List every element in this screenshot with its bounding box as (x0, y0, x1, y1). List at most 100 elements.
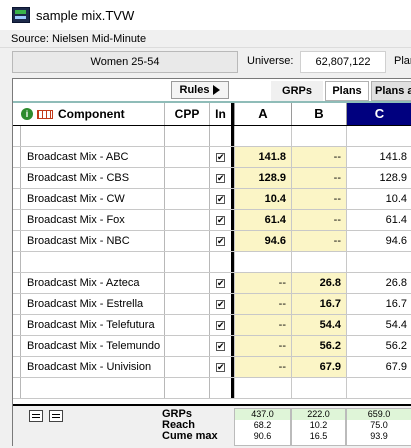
cell-a[interactable]: -- (234, 336, 291, 356)
table-row[interactable]: Broadcast Mix - CBS ✔ 128.9 -- 128.9 (13, 168, 411, 189)
table-row[interactable]: Broadcast Mix - CW ✔ 10.4 -- 10.4 (13, 189, 411, 210)
row-gutter[interactable] (13, 189, 21, 209)
row-gutter[interactable] (13, 210, 21, 230)
cell-a[interactable]: -- (234, 315, 291, 335)
row-gutter[interactable] (13, 126, 21, 146)
component-name[interactable]: Broadcast Mix - Estrella (21, 294, 164, 314)
include-checkbox[interactable]: ✔ (216, 320, 225, 330)
cell-c[interactable]: 56.2 (346, 336, 411, 356)
cell-c[interactable]: 67.9 (346, 357, 411, 377)
row-gutter[interactable] (13, 357, 21, 377)
component-name[interactable]: Broadcast Mix - Azteca (21, 273, 164, 293)
row-gutter[interactable] (13, 336, 21, 356)
cell-b[interactable]: 56.2 (291, 336, 346, 356)
tab-plans-a[interactable]: Plans a (371, 81, 411, 101)
include-cell[interactable]: ✔ (209, 189, 231, 209)
row-gutter[interactable] (13, 168, 21, 188)
table-row[interactable] (13, 126, 411, 147)
cell-b[interactable] (291, 126, 346, 146)
cell-c[interactable]: 94.6 (346, 231, 411, 251)
cell-a[interactable]: 10.4 (234, 189, 291, 209)
row-gutter[interactable] (13, 147, 21, 167)
cell-b[interactable]: -- (291, 147, 346, 167)
collapse-rows-icon[interactable] (49, 410, 63, 422)
cell-a[interactable] (234, 252, 291, 272)
cell-b[interactable]: 67.9 (291, 357, 346, 377)
tab-grps[interactable]: GRPs (271, 81, 323, 101)
table-row[interactable]: Broadcast Mix - NBC ✔ 94.6 -- 94.6 (13, 231, 411, 252)
in-header[interactable]: In (209, 103, 231, 125)
include-cell[interactable] (209, 252, 231, 272)
cell-a[interactable]: -- (234, 273, 291, 293)
cpp-cell[interactable] (164, 168, 209, 188)
include-cell[interactable]: ✔ (209, 273, 231, 293)
table-row[interactable] (13, 378, 411, 399)
table-row[interactable]: Broadcast Mix - Estrella ✔ -- 16.7 16.7 (13, 294, 411, 315)
component-name[interactable]: Broadcast Mix - Telemundo (21, 336, 164, 356)
cpp-cell[interactable] (164, 231, 209, 251)
cell-c[interactable] (346, 378, 411, 398)
cell-c[interactable]: 26.8 (346, 273, 411, 293)
cell-c[interactable]: 10.4 (346, 189, 411, 209)
component-name[interactable]: Broadcast Mix - NBC (21, 231, 164, 251)
row-gutter[interactable] (13, 315, 21, 335)
row-gutter[interactable] (13, 231, 21, 251)
table-row[interactable]: Broadcast Mix - Fox ✔ 61.4 -- 61.4 (13, 210, 411, 231)
column-c-header[interactable]: C (346, 103, 411, 125)
include-cell[interactable]: ✔ (209, 168, 231, 188)
include-checkbox[interactable]: ✔ (216, 173, 225, 183)
include-cell[interactable] (209, 126, 231, 146)
include-checkbox[interactable]: ✔ (216, 341, 225, 351)
info-icon[interactable]: i (21, 108, 33, 120)
component-name[interactable]: Broadcast Mix - Univision (21, 357, 164, 377)
cpp-cell[interactable] (164, 210, 209, 230)
table-row[interactable]: Broadcast Mix - ABC ✔ 141.8 -- 141.8 (13, 147, 411, 168)
component-name[interactable] (21, 378, 164, 398)
row-gutter[interactable] (13, 294, 21, 314)
cell-b[interactable]: -- (291, 210, 346, 230)
cell-a[interactable]: -- (234, 357, 291, 377)
include-cell[interactable]: ✔ (209, 336, 231, 356)
cell-b[interactable]: 26.8 (291, 273, 346, 293)
component-name[interactable]: Broadcast Mix - CW (21, 189, 164, 209)
column-b-header[interactable]: B (291, 103, 346, 125)
include-checkbox[interactable]: ✔ (216, 236, 225, 246)
cell-c[interactable] (346, 126, 411, 146)
cell-b[interactable]: 16.7 (291, 294, 346, 314)
include-checkbox[interactable]: ✔ (216, 215, 225, 225)
table-row[interactable] (13, 252, 411, 273)
component-name[interactable]: Broadcast Mix - ABC (21, 147, 164, 167)
cell-b[interactable] (291, 378, 346, 398)
tab-plans[interactable]: Plans (325, 81, 369, 101)
cell-c[interactable]: 16.7 (346, 294, 411, 314)
component-name[interactable]: Broadcast Mix - Fox (21, 210, 164, 230)
cell-c[interactable]: 61.4 (346, 210, 411, 230)
cell-b[interactable]: -- (291, 231, 346, 251)
cell-c[interactable]: 141.8 (346, 147, 411, 167)
cpp-header[interactable]: CPP (164, 103, 209, 125)
component-name[interactable] (21, 252, 164, 272)
include-cell[interactable]: ✔ (209, 315, 231, 335)
include-cell[interactable]: ✔ (209, 294, 231, 314)
cpp-cell[interactable] (164, 315, 209, 335)
cell-a[interactable]: 141.8 (234, 147, 291, 167)
include-cell[interactable]: ✔ (209, 231, 231, 251)
table-row[interactable]: Broadcast Mix - Azteca ✔ -- 26.8 26.8 (13, 273, 411, 294)
cpp-cell[interactable] (164, 294, 209, 314)
demo-selector-button[interactable]: Women 25-54 (12, 51, 238, 73)
cell-a[interactable]: 61.4 (234, 210, 291, 230)
component-header[interactable]: i Component (21, 103, 164, 125)
row-gutter[interactable] (13, 378, 21, 398)
component-name[interactable] (21, 126, 164, 146)
component-name[interactable]: Broadcast Mix - CBS (21, 168, 164, 188)
cpp-cell[interactable] (164, 273, 209, 293)
include-cell[interactable]: ✔ (209, 357, 231, 377)
rules-button[interactable]: Rules (171, 81, 229, 99)
table-row[interactable]: Broadcast Mix - Telefutura ✔ -- 54.4 54.4 (13, 315, 411, 336)
include-checkbox[interactable]: ✔ (216, 278, 225, 288)
cell-c[interactable]: 128.9 (346, 168, 411, 188)
cpp-cell[interactable] (164, 378, 209, 398)
include-cell[interactable]: ✔ (209, 147, 231, 167)
cell-b[interactable]: 54.4 (291, 315, 346, 335)
cell-a[interactable] (234, 126, 291, 146)
